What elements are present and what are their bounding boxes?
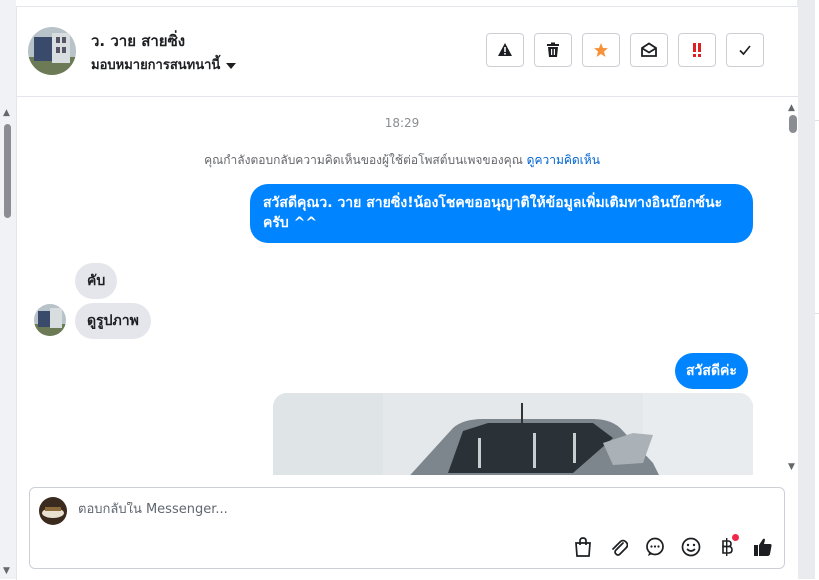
delete-button[interactable] bbox=[534, 33, 572, 67]
scroll-up-arrow[interactable]: ▲ bbox=[3, 108, 10, 118]
assign-label: มอบหมายการสนทนานี้ bbox=[91, 58, 221, 73]
reply-composer bbox=[29, 487, 785, 569]
contact-name: ว. วาย สายซิ่ง bbox=[91, 32, 186, 50]
scroll-up-arrow[interactable]: ▲ bbox=[788, 103, 795, 113]
notice-text: คุณกำลังตอบกลับความคิดเห็นของผู้ใช้ต่อโพ… bbox=[204, 153, 527, 167]
left-scrollbar[interactable]: ▲ ▼ bbox=[0, 0, 16, 579]
caret-down-icon bbox=[226, 62, 237, 69]
right-scrollbar[interactable] bbox=[797, 0, 815, 579]
paperclip-icon bbox=[612, 539, 628, 556]
saved-replies-button[interactable] bbox=[644, 536, 666, 558]
reply-input[interactable] bbox=[78, 502, 678, 517]
trash-icon bbox=[547, 42, 559, 57]
follow-up-button[interactable] bbox=[678, 33, 716, 67]
view-comment-link[interactable]: ดูความคิดเห็น bbox=[527, 153, 600, 167]
divider bbox=[815, 313, 819, 314]
shopping-bag-icon bbox=[575, 537, 591, 557]
message-thread[interactable]: 18:29 คุณกำลังตอบกลับความคิดเห็นของผู้ใช… bbox=[17, 97, 798, 475]
message-bubble-outgoing[interactable]: สวัสดีคุณว. วาย สายซิ่ง!น้องโชคขออนุญาติ… bbox=[250, 184, 753, 243]
message-bubble-incoming[interactable]: คับ bbox=[75, 263, 118, 299]
star-button[interactable] bbox=[582, 33, 620, 67]
conversation-header: ว. วาย สายซิ่ง มอบหมายการสนทนานี้ bbox=[17, 7, 798, 97]
message-bubble-incoming[interactable]: ดูรูปภาพ bbox=[75, 303, 151, 339]
assign-conversation-dropdown[interactable]: มอบหมายการสนทนานี้ bbox=[91, 54, 237, 75]
smiley-icon bbox=[681, 537, 701, 557]
baht-icon bbox=[722, 538, 733, 556]
page-avatar bbox=[39, 497, 67, 525]
mark-done-button[interactable] bbox=[726, 33, 764, 67]
chat-bubble-icon bbox=[646, 537, 664, 556]
attach-file-button[interactable] bbox=[608, 536, 630, 558]
emoji-button[interactable] bbox=[680, 536, 702, 558]
double-exclamation-icon bbox=[693, 43, 701, 57]
star-icon bbox=[594, 43, 608, 57]
message-timestamp: 18:29 bbox=[384, 116, 420, 130]
right-gutter bbox=[797, 0, 819, 579]
thumbs-up-icon bbox=[754, 538, 772, 556]
conversation-panel: ว. วาย สายซิ่ง มอบหมายการสนทนานี้ 18:29 … bbox=[16, 6, 798, 580]
scrollbar-thumb[interactable] bbox=[789, 115, 797, 133]
scroll-down-arrow[interactable]: ▼ bbox=[3, 566, 10, 576]
divider bbox=[815, 120, 819, 121]
like-button[interactable] bbox=[752, 536, 774, 558]
scrollbar-thumb[interactable] bbox=[4, 124, 11, 218]
thread-scrollbar[interactable]: ▲ ▼ bbox=[786, 97, 798, 475]
warning-icon bbox=[498, 43, 512, 56]
car-photo-attachment[interactable] bbox=[273, 393, 753, 475]
scroll-down-arrow[interactable]: ▼ bbox=[788, 462, 795, 472]
contact-avatar-small[interactable] bbox=[34, 304, 66, 336]
checkmark-icon bbox=[739, 45, 751, 56]
message-bubble-outgoing[interactable]: สวัสดีค่ะ bbox=[675, 353, 748, 389]
envelope-open-icon bbox=[641, 42, 657, 57]
contact-avatar[interactable] bbox=[28, 27, 76, 75]
mark-unread-button[interactable] bbox=[630, 33, 668, 67]
notification-dot bbox=[732, 534, 739, 541]
payment-button[interactable] bbox=[716, 534, 739, 558]
report-spam-button[interactable] bbox=[486, 33, 524, 67]
reply-context-notice: คุณกำลังตอบกลับความคิดเห็นของผู้ใช้ต่อโพ… bbox=[17, 151, 787, 170]
shopping-bag-button[interactable] bbox=[572, 536, 594, 558]
